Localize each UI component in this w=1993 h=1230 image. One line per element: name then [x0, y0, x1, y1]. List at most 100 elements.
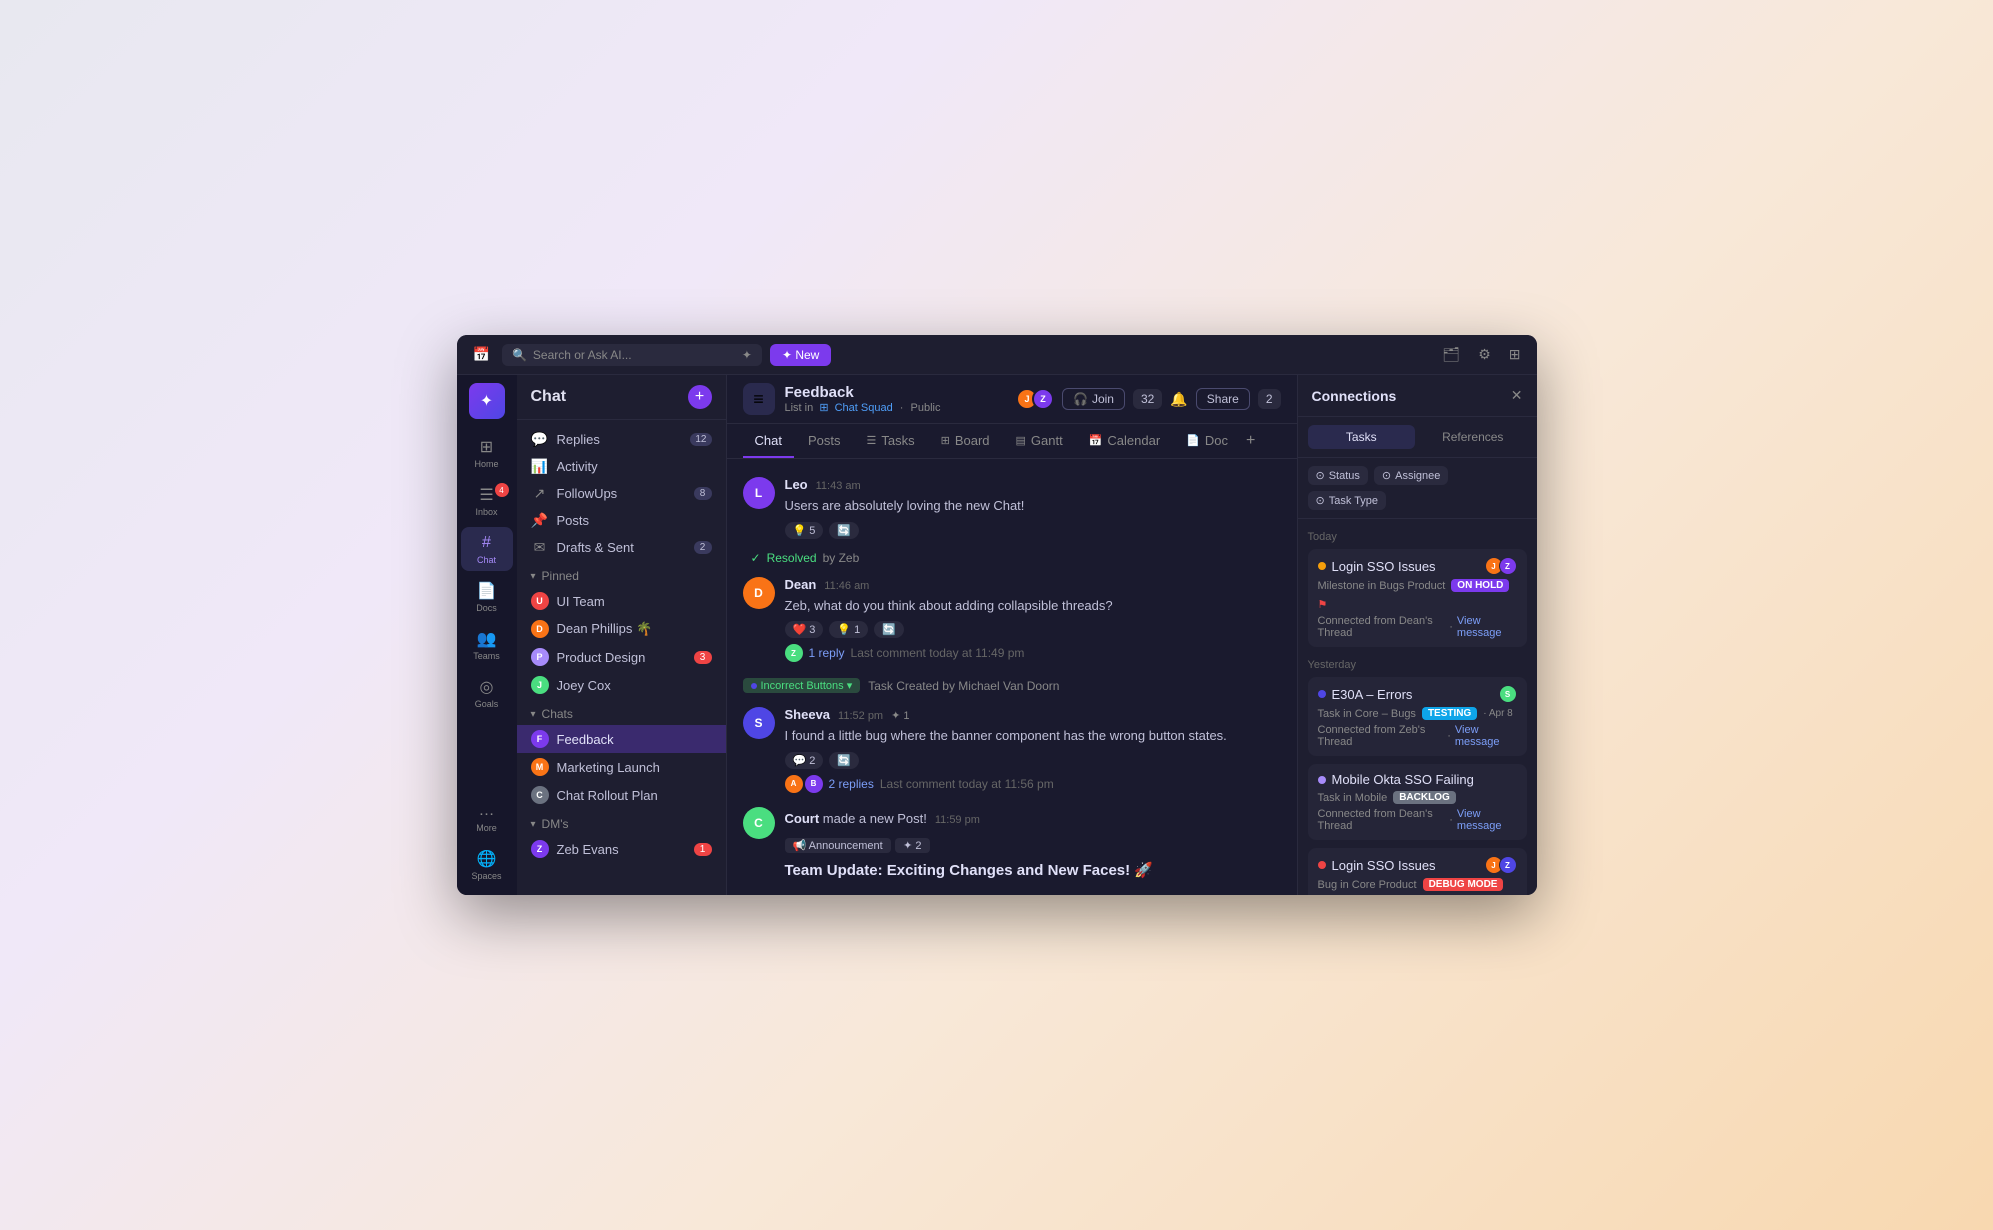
logo-button[interactable]: ✦ — [469, 383, 505, 419]
sheeva-author: Sheeva — [785, 707, 831, 722]
sidebar-item-chat-rollout[interactable]: C Chat Rollout Plan — [517, 781, 726, 809]
chat-label: Chat — [477, 555, 496, 565]
docs-icon: 📄 — [477, 581, 497, 601]
card1-view-message[interactable]: View message — [1457, 615, 1517, 639]
sidebar-item-marketing[interactable]: M Marketing Launch — [517, 753, 726, 781]
task-msg-header: Incorrect Buttons ▾ Task Created by Mich… — [743, 670, 1281, 699]
sidebar-item-ui-team[interactable]: U UI Team — [517, 587, 726, 615]
sheeva-avatar: S — [743, 707, 775, 739]
filter-status[interactable]: ⊙ Status — [1308, 466, 1368, 485]
join-button[interactable]: 🎧 Join — [1062, 388, 1125, 410]
reaction-refresh3[interactable]: 🔄 — [829, 752, 859, 769]
message-dean: D Dean 11:46 am Zeb, what do you think a… — [743, 571, 1281, 669]
joey-avatar: J — [531, 676, 549, 694]
card2-date: · Apr 8 — [1483, 708, 1512, 719]
court-post-title[interactable]: Team Update: Exciting Changes and New Fa… — [785, 861, 1281, 879]
card3-sub: Task in Mobile BACKLOG — [1318, 791, 1517, 804]
card4-av2: Z — [1499, 856, 1517, 874]
tab-tasks[interactable]: ☰ Tasks — [854, 425, 926, 458]
reaction-chat[interactable]: 💬 2 — [785, 752, 824, 769]
court-avatar: C — [743, 807, 775, 839]
tab-gantt[interactable]: ▤ Gantt — [1004, 425, 1075, 458]
dean-replies[interactable]: Z 1 reply Last comment today at 11:49 pm — [785, 644, 1281, 662]
nav-spaces[interactable]: 🌐 Spaces — [461, 843, 513, 887]
connections-close-button[interactable]: ✕ — [1511, 387, 1523, 404]
nav-inbox[interactable]: 4 ☰ Inbox — [461, 479, 513, 523]
visibility: Public — [911, 402, 941, 414]
conn-tab-tasks[interactable]: Tasks — [1308, 425, 1416, 449]
tab-calendar[interactable]: 📅 Calendar — [1077, 425, 1172, 458]
new-button[interactable]: ✦ New — [770, 344, 831, 366]
conn-tab-references[interactable]: References — [1419, 425, 1527, 449]
chats-section-header[interactable]: ▾ Chats — [517, 699, 726, 725]
member-avatars: J Z — [1016, 388, 1054, 410]
pinned-section-header[interactable]: ▾ Pinned — [517, 561, 726, 587]
court-post-tags: 📢 Announcement ✦ 2 — [785, 834, 1281, 857]
tab-chat[interactable]: Chat — [743, 425, 794, 458]
squad-name: Chat Squad — [835, 402, 893, 414]
feedback-avatar: F — [531, 730, 549, 748]
tab-board[interactable]: ⊞ Board — [929, 425, 1002, 458]
sidebar-item-followups[interactable]: ↗ FollowUps 8 — [517, 480, 726, 507]
sidebar-header: Chat + — [517, 375, 726, 420]
sheeva-replies[interactable]: A B 2 replies Last comment today at 11:5… — [785, 775, 1281, 793]
sidebar-item-dean-phillips[interactable]: D Dean Phillips 🌴 — [517, 615, 726, 643]
reaction-refresh[interactable]: 🔄 — [829, 522, 859, 539]
num-badge: 2 — [1258, 389, 1281, 409]
sidebar-item-replies[interactable]: 💬 Replies 12 — [517, 426, 726, 453]
marketing-avatar: M — [531, 758, 549, 776]
conn-card-login-sso-2[interactable]: Login SSO Issues J Z Bug in Core Product… — [1308, 848, 1527, 895]
card2-link: Connected from Zeb's Thread · View messa… — [1318, 724, 1517, 748]
nav-goals[interactable]: ◎ Goals — [461, 671, 513, 715]
card3-title: Mobile Okta SSO Failing — [1332, 772, 1517, 787]
reaction-lightbulb2[interactable]: 💡 1 — [829, 621, 868, 638]
settings-icon[interactable]: ⚙ — [1474, 342, 1495, 367]
sidebar-item-activity[interactable]: 📊 Activity — [517, 453, 726, 480]
filter-assignee[interactable]: ⊙ Assignee — [1374, 466, 1448, 485]
sidebar-item-zeb-evans[interactable]: Z Zeb Evans 1 — [517, 835, 726, 863]
conn-card-1-header: Login SSO Issues J Z — [1318, 557, 1517, 575]
resolved-by: by Zeb — [823, 551, 860, 565]
share-button[interactable]: Share — [1196, 388, 1250, 410]
task-tag[interactable]: Incorrect Buttons ▾ — [743, 678, 861, 693]
card1-av2: Z — [1499, 557, 1517, 575]
conn-card-login-sso[interactable]: Login SSO Issues J Z Milestone in Bugs P… — [1308, 549, 1527, 647]
reaction-refresh2[interactable]: 🔄 — [874, 621, 904, 638]
nav-chat[interactable]: # Chat — [461, 527, 513, 571]
sidebar-item-feedback[interactable]: F Feedback — [517, 725, 726, 753]
tab-add-button[interactable]: + — [1242, 424, 1259, 458]
grid-icon[interactable]: ⊞ — [1505, 342, 1525, 367]
dms-section-header[interactable]: ▾ DM's — [517, 809, 726, 835]
tab-doc[interactable]: 📄 Doc — [1174, 425, 1240, 458]
sidebar-item-posts[interactable]: 📌 Posts — [517, 507, 726, 534]
card3-view-message[interactable]: View message — [1457, 808, 1517, 832]
nav-home[interactable]: ⊞ Home — [461, 431, 513, 475]
top-bar: 📅 🔍 Search or Ask AI... ✦ ✦ New 🗂 ⚙ ⊞ — [457, 335, 1537, 375]
sidebar-item-product-design[interactable]: P Product Design 3 — [517, 643, 726, 671]
sidebar-item-joey-cox[interactable]: J Joey Cox — [517, 671, 726, 699]
tab-posts[interactable]: Posts — [796, 425, 853, 458]
conn-card-e30a[interactable]: E30A – Errors S Task in Core – Bugs TEST… — [1308, 677, 1527, 756]
bell-icon[interactable]: 🔔 — [1170, 391, 1187, 408]
sidebar-item-drafts[interactable]: ✉ Drafts & Sent 2 — [517, 534, 726, 561]
nav-more[interactable]: … More — [461, 795, 513, 839]
archive-icon[interactable]: 🗂 — [1438, 342, 1464, 367]
filter-task-type[interactable]: ⊙ Task Type — [1308, 491, 1387, 510]
announcement-tag: 📢 Announcement — [785, 838, 891, 853]
pinned-title: Pinned — [542, 569, 579, 583]
search-bar[interactable]: 🔍 Search or Ask AI... ✦ — [502, 344, 762, 366]
reaction-heart[interactable]: ❤️ 3 — [785, 621, 824, 638]
connections-title: Connections — [1312, 388, 1397, 404]
calendar-icon[interactable]: 📅 — [469, 342, 494, 367]
member-count: 32 — [1133, 389, 1162, 409]
nav-docs[interactable]: 📄 Docs — [461, 575, 513, 619]
reaction-lightbulb[interactable]: 💡 5 — [785, 522, 824, 539]
card2-view-message[interactable]: View message — [1455, 724, 1517, 748]
dean-avatar: D — [531, 620, 549, 638]
more-label: More — [476, 823, 497, 833]
headphone-icon: 🎧 — [1073, 392, 1088, 406]
nav-teams[interactable]: 👥 Teams — [461, 623, 513, 667]
conn-card-mobile-okta[interactable]: Mobile Okta SSO Failing Task in Mobile B… — [1308, 764, 1527, 840]
sidebar-add-button[interactable]: + — [688, 385, 712, 409]
member-avatar-2: Z — [1032, 388, 1054, 410]
